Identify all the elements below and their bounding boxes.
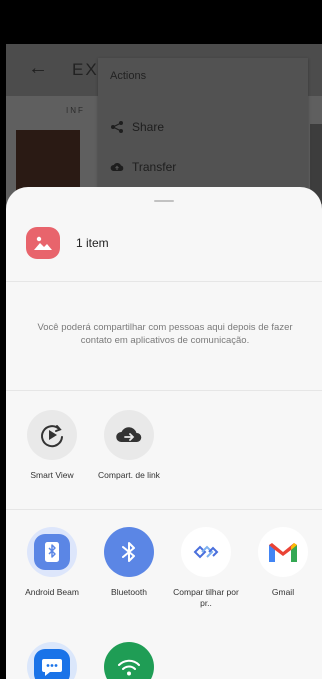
android-beam-label: Android Beam — [25, 587, 79, 597]
divider — [6, 281, 322, 282]
gmail-icon — [258, 527, 308, 577]
link-share-button[interactable]: Compart. de link — [92, 410, 166, 481]
bluetooth-button[interactable]: Bluetooth — [92, 527, 166, 598]
status-bar — [0, 0, 322, 44]
actions-menu: Actions Share Transfer — [98, 58, 308, 208]
smart-view-button[interactable]: Smart View — [15, 410, 89, 481]
menu-item-share: Share — [110, 120, 164, 134]
link-share-cloud-icon — [104, 410, 154, 460]
smart-view-label: Smart View — [30, 470, 74, 480]
item-count: 1 item — [76, 236, 109, 250]
contacts-info-text: Você poderá compartilhar com pessoas aqu… — [37, 322, 293, 346]
nearby-share-icon — [181, 527, 231, 577]
bluetooth-icon — [104, 527, 154, 577]
nearby-share-button[interactable]: Compar tilhar por pr.. — [169, 527, 243, 609]
wifi-share-icon — [104, 642, 154, 679]
gmail-label: Gmail — [271, 587, 295, 597]
back-arrow-icon: ← — [28, 57, 48, 79]
selected-items-row: 1 item — [6, 217, 322, 275]
smart-view-icon — [27, 410, 77, 460]
sheet-drag-handle[interactable] — [154, 200, 174, 202]
messages-icon — [27, 642, 77, 679]
background-title: EX — [72, 60, 99, 79]
android-beam-icon — [27, 527, 77, 577]
divider — [6, 390, 322, 391]
divider — [6, 509, 322, 510]
share-icon — [111, 121, 123, 133]
link-share-label: Compart. de link — [98, 470, 160, 480]
share-sheet: 1 item Você poderá compartilhar com pess… — [6, 187, 322, 679]
actions-menu-header: Actions — [110, 70, 147, 82]
gmail-button[interactable]: Gmail — [246, 527, 320, 598]
menu-item-transfer: Transfer — [110, 160, 176, 174]
bluetooth-label: Bluetooth — [111, 587, 147, 597]
messages-button[interactable] — [15, 642, 89, 679]
cloud-upload-icon — [110, 162, 124, 171]
menu-item-share-label: Share — [132, 120, 165, 134]
menu-item-transfer-label: Transfer — [132, 160, 177, 174]
nearby-share-label: Compar tilhar por pr.. — [173, 587, 239, 608]
image-icon — [26, 227, 60, 259]
wifi-share-button[interactable] — [92, 642, 166, 679]
background-tab: INF — [66, 106, 85, 115]
android-beam-button[interactable]: Android Beam — [15, 527, 89, 598]
